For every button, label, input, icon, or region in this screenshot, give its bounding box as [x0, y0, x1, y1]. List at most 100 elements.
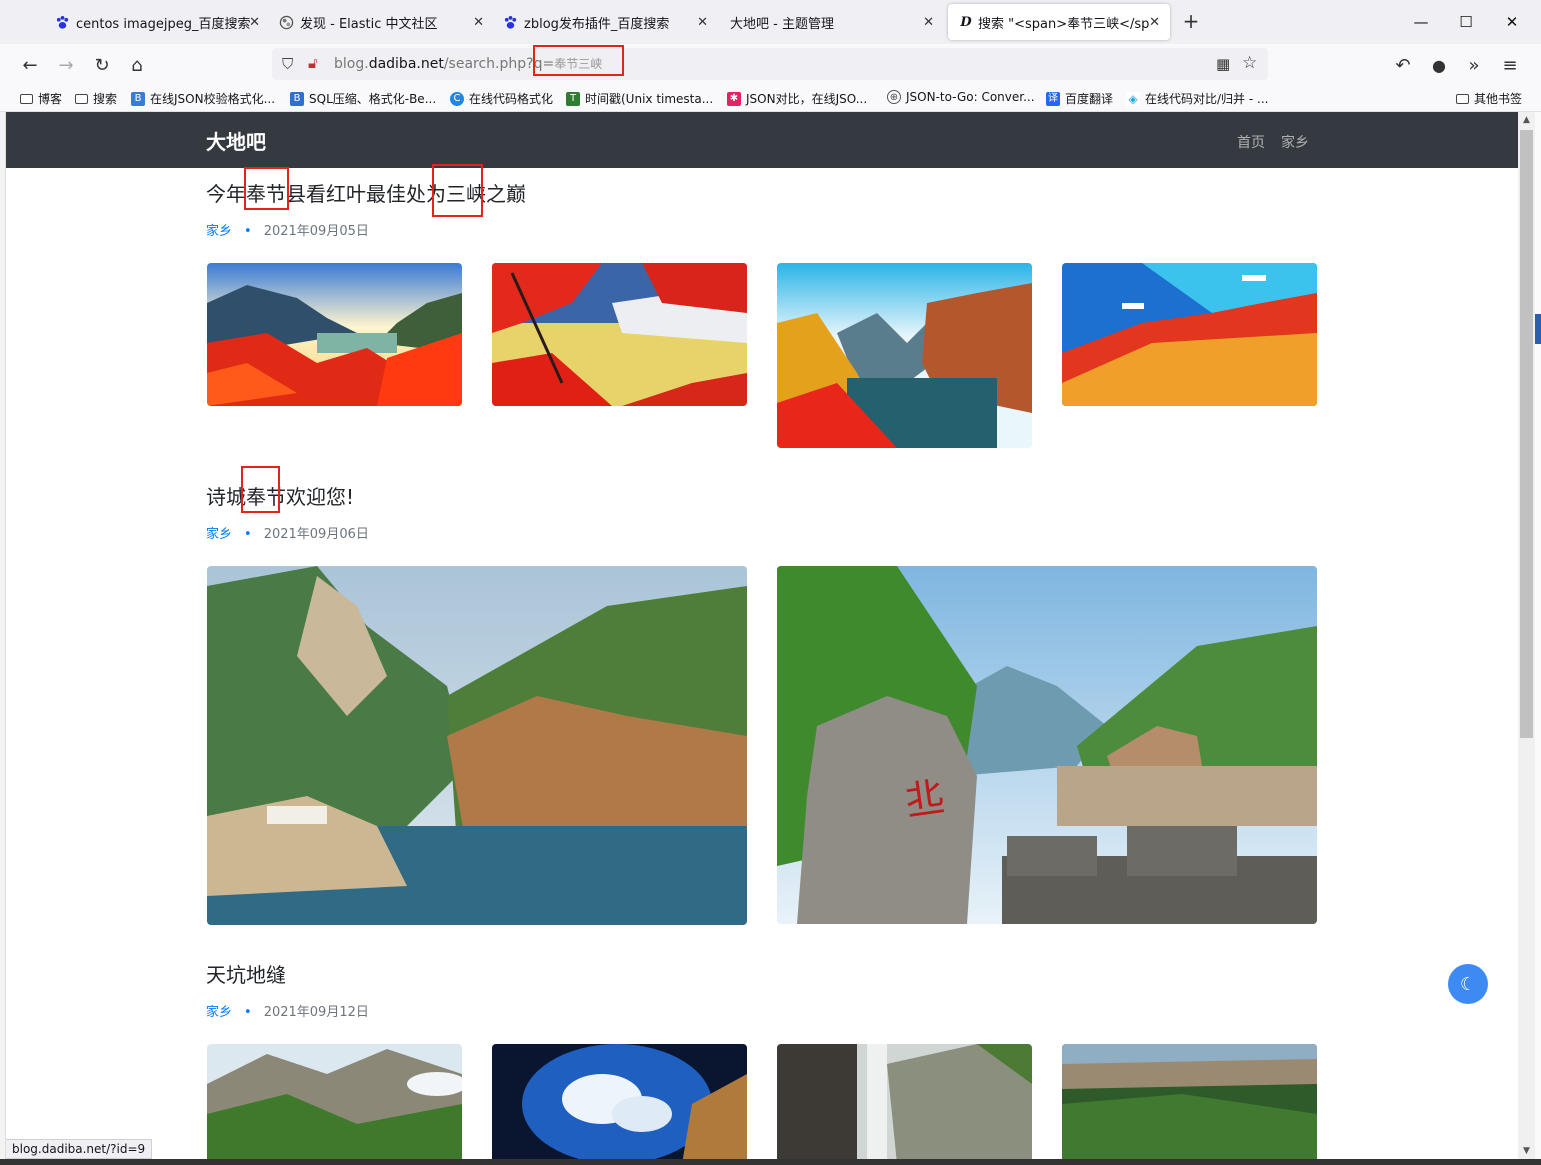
theme-toggle-button[interactable]: ☾: [1448, 964, 1488, 1004]
home-button[interactable]: ⌂: [124, 52, 150, 78]
bookmark-label: 在线代码格式化: [469, 92, 554, 106]
insecure-lock-icon[interactable]: 🔓︎: [308, 54, 318, 72]
post-image-green-canyon[interactable]: [1062, 1044, 1317, 1159]
scrollbar-thumb[interactable]: [1520, 130, 1533, 738]
nav-link-hometown[interactable]: 家乡: [1281, 132, 1309, 152]
post-title[interactable]: 诗城奉节欢迎您!: [206, 481, 354, 510]
tab-title: 搜索 "<span>奉节三峡</span>": [978, 16, 1150, 32]
globe-icon: ⊕: [887, 90, 901, 104]
meta-separator: •: [244, 1005, 252, 1020]
post-image-kuimen-stone[interactable]: 丠: [777, 566, 1317, 924]
address-bar[interactable]: ⛉ 🔓︎ blog.dadiba.net/search.php?q=奉节三峡 ▦…: [272, 48, 1268, 80]
baidu-paw-icon: [54, 14, 70, 30]
back-button[interactable]: ←: [17, 52, 43, 78]
nav-link-home[interactable]: 首页: [1237, 132, 1265, 152]
browser-tab-strip: centos imagejpeg_百度搜索 ✕ 发现 - Elastic 中文社…: [0, 0, 1541, 44]
bookmark-label: 在线JSON校验格式化...: [150, 92, 276, 106]
post-image-three-gorges-cliffs[interactable]: [777, 263, 1032, 448]
category-link[interactable]: 家乡: [206, 527, 232, 542]
status-link-preview: blog.dadiba.net/?id=9: [6, 1139, 153, 1159]
folder-icon: [1456, 93, 1469, 104]
title-text: 之巅: [486, 182, 526, 206]
dadiba-d-logo-icon: D: [960, 14, 972, 30]
post-image-waterfall-gorge[interactable]: [777, 1044, 1032, 1159]
bookmark-star-icon[interactable]: ☆: [1242, 53, 1257, 73]
svg-text:丠: 丠: [902, 775, 948, 826]
bookmark-item[interactable]: B SQL压缩、格式化-Be...: [290, 90, 436, 107]
bookmark-folder[interactable]: 博客: [20, 90, 62, 107]
scroll-down-arrow-icon[interactable]: ▼: [1518, 1143, 1535, 1159]
title-text: 县看红叶最佳处为: [286, 182, 446, 206]
title-text: 今年: [206, 182, 246, 206]
bookmark-label: 时间戳(Unix timesta...: [585, 92, 714, 106]
post-image-aerial-river-ships[interactable]: [1062, 263, 1317, 406]
baidu-translate-icon: 译: [1046, 91, 1060, 106]
post-meta: 家乡 • 2021年09月12日: [206, 1001, 369, 1020]
category-link[interactable]: 家乡: [206, 224, 232, 239]
bookmark-folder[interactable]: 搜索: [75, 90, 117, 107]
forward-button[interactable]: →: [53, 52, 79, 78]
bookmark-label: 搜索: [93, 92, 118, 106]
site-brand[interactable]: 大地吧: [206, 126, 266, 155]
bookmark-item[interactable]: C 在线代码格式化: [450, 90, 553, 107]
scroll-up-arrow-icon[interactable]: ▲: [1518, 112, 1535, 128]
hamburger-menu-icon[interactable]: ≡: [1497, 52, 1523, 78]
overflow-chevrons-icon[interactable]: »: [1461, 52, 1487, 78]
tab-search-active[interactable]: D 搜索 "<span>奉节三峡</span>" ✕: [948, 4, 1170, 40]
close-icon[interactable]: ✕: [923, 15, 934, 30]
background-window-sliver: [1535, 314, 1541, 344]
site-navbar: 大地吧 首页 家乡: [6, 112, 1518, 168]
code-format-icon: C: [450, 91, 464, 106]
bookmark-item[interactable]: T 时间戳(Unix timesta...: [566, 90, 713, 107]
bookmark-item[interactable]: ◈ 在线代码对比/归并 - ...: [1126, 90, 1268, 107]
post-image-qutang-gorge[interactable]: [207, 566, 747, 925]
bookmark-label: 其他书签: [1474, 92, 1523, 106]
reload-button[interactable]: ↻: [89, 52, 115, 78]
other-bookmarks-folder[interactable]: 其他书签: [1456, 90, 1522, 107]
vertical-scrollbar[interactable]: ▲ ▼: [1518, 112, 1535, 1159]
highlight-box: [432, 164, 483, 217]
title-text: 欢迎您!: [286, 485, 355, 509]
tab-title: 发现 - Elastic 中文社区: [300, 16, 438, 32]
extension-circle-icon[interactable]: ●: [1426, 52, 1452, 78]
post-image-red-tree-river[interactable]: [492, 263, 747, 406]
code-diff-icon: ◈: [1126, 91, 1140, 106]
bookmark-label: 百度翻译: [1065, 92, 1114, 106]
post-image-tiankeng-rim[interactable]: [207, 1044, 462, 1159]
shield-icon[interactable]: ⛉: [282, 55, 293, 73]
qr-code-icon[interactable]: ▦: [1216, 55, 1230, 73]
json-site-icon: B: [131, 91, 145, 106]
post-image-red-leaves-gorge[interactable]: [207, 263, 462, 406]
highlight-box: [241, 466, 280, 513]
bookmark-label: 博客: [38, 92, 63, 106]
bookmarks-toolbar: 博客 搜索 B 在线JSON校验格式化... B SQL压缩、格式化-Be... C…: [0, 84, 1541, 112]
bookmark-label: SQL压缩、格式化-Be...: [309, 92, 437, 106]
post-date: 2021年09月05日: [263, 224, 369, 239]
folder-icon: [75, 93, 88, 104]
url-prefix: blog.: [334, 56, 369, 72]
bookmark-item[interactable]: ⊕ JSON-to-Go: Conver...: [887, 90, 1035, 104]
meta-separator: •: [244, 527, 252, 542]
taskbar-edge: [0, 1159, 1541, 1165]
close-window-button[interactable]: ✕: [1488, 0, 1536, 44]
json-diff-icon: ✱: [727, 91, 741, 106]
maximize-button[interactable]: ☐: [1442, 0, 1490, 44]
post-image-tiankeng-sky-view[interactable]: [492, 1044, 747, 1159]
new-tab-button[interactable]: +: [1180, 10, 1202, 32]
category-link[interactable]: 家乡: [206, 1005, 232, 1020]
post-date: 2021年09月12日: [263, 1005, 369, 1020]
close-icon[interactable]: ✕: [1149, 15, 1160, 30]
title-text: 诗城: [206, 485, 246, 509]
undo-icon[interactable]: ↶: [1390, 52, 1416, 78]
sql-site-icon: B: [290, 91, 304, 106]
bookmark-item[interactable]: 译百度翻译: [1046, 90, 1113, 107]
post-meta: 家乡 • 2021年09月05日: [206, 220, 369, 239]
bookmark-item[interactable]: B 在线JSON校验格式化...: [131, 90, 275, 107]
folder-icon: [20, 93, 33, 104]
bookmark-label: 在线代码对比/归并 - ...: [1145, 92, 1269, 106]
highlight-box-url-query: [533, 45, 624, 76]
tab-dadiba-theme[interactable]: 大地吧 - 主题管理 ✕: [674, 0, 944, 44]
bookmark-item[interactable]: ✱ JSON对比，在线JSO...: [727, 90, 867, 107]
post-title[interactable]: 天坑地缝: [206, 959, 286, 988]
minimize-button[interactable]: —: [1397, 0, 1445, 44]
